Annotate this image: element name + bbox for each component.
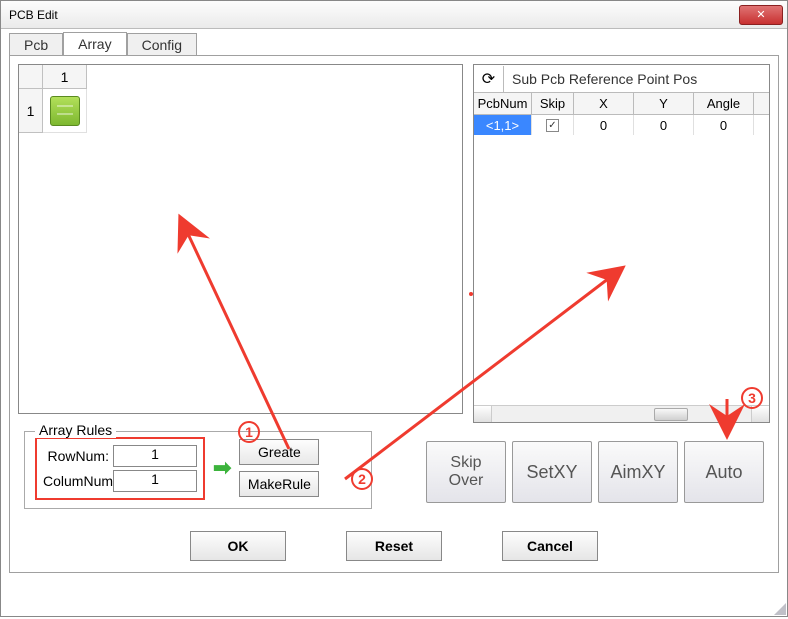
grid-row-header: 1 <box>19 89 43 133</box>
close-button[interactable]: ✕ <box>739 5 783 25</box>
tab-pcb[interactable]: Pcb <box>9 33 63 56</box>
pcb-chip-icon <box>50 96 80 126</box>
horizontal-scrollbar[interactable] <box>474 405 769 422</box>
reference-point-panel: ⟳ Sub Pcb Reference Point Pos PcbNum Ski… <box>473 64 770 423</box>
refresh-icon: ⟳ <box>482 69 495 89</box>
reset-button[interactable]: Reset <box>346 531 442 561</box>
tab-array[interactable]: Array <box>63 32 126 55</box>
array-rules-legend: Array Rules <box>35 422 116 438</box>
grid-corner <box>19 65 43 89</box>
arrow-right-icon: ➡ <box>213 455 231 481</box>
titlebar: PCB Edit ✕ <box>1 1 787 29</box>
makerule-button[interactable]: MakeRule <box>239 471 319 497</box>
close-icon: ✕ <box>756 8 765 21</box>
ok-button[interactable]: OK <box>190 531 286 561</box>
col-header-pcbnum: PcbNum <box>474 93 532 114</box>
array-preview-grid[interactable]: 1 1 <box>18 64 463 414</box>
cell-angle[interactable]: 0 <box>694 115 754 135</box>
window-title: PCB Edit <box>9 8 58 22</box>
col-header-y: Y <box>634 93 694 114</box>
array-rules-group: Array Rules RowNum: 1 ColumNum: 1 <box>24 431 372 509</box>
reference-panel-title: Sub Pcb Reference Point Pos <box>504 71 697 87</box>
grid-col-header: 1 <box>43 65 87 89</box>
refresh-button[interactable]: ⟳ <box>474 66 504 92</box>
columnum-input[interactable]: 1 <box>113 470 197 492</box>
skipover-button[interactable]: Skip Over <box>426 441 506 503</box>
auto-button[interactable]: Auto <box>684 441 764 503</box>
col-header-angle: Angle <box>694 93 754 114</box>
aimxy-button[interactable]: AimXY <box>598 441 678 503</box>
greate-button[interactable]: Greate <box>239 439 319 465</box>
rownum-input[interactable]: 1 <box>113 445 197 467</box>
tab-config[interactable]: Config <box>127 33 197 56</box>
cancel-button[interactable]: Cancel <box>502 531 598 561</box>
cell-pcbnum: <1,1> <box>474 115 532 135</box>
rownum-label: RowNum: <box>43 448 113 464</box>
col-header-x: X <box>574 93 634 114</box>
columnum-label: ColumNum: <box>43 473 113 489</box>
grid-cell-1-1[interactable] <box>43 89 87 133</box>
scrollbar-thumb[interactable] <box>654 408 688 421</box>
cell-y[interactable]: 0 <box>634 115 694 135</box>
cell-x[interactable]: 0 <box>574 115 634 135</box>
skip-checkbox[interactable]: ✓ <box>546 119 559 132</box>
cell-skip[interactable]: ✓ <box>532 115 574 135</box>
tab-bar: Pcb Array Config <box>9 32 779 55</box>
col-header-skip: Skip <box>532 93 574 114</box>
table-row[interactable]: <1,1> ✓ 0 0 0 <box>474 115 769 135</box>
setxy-button[interactable]: SetXY <box>512 441 592 503</box>
